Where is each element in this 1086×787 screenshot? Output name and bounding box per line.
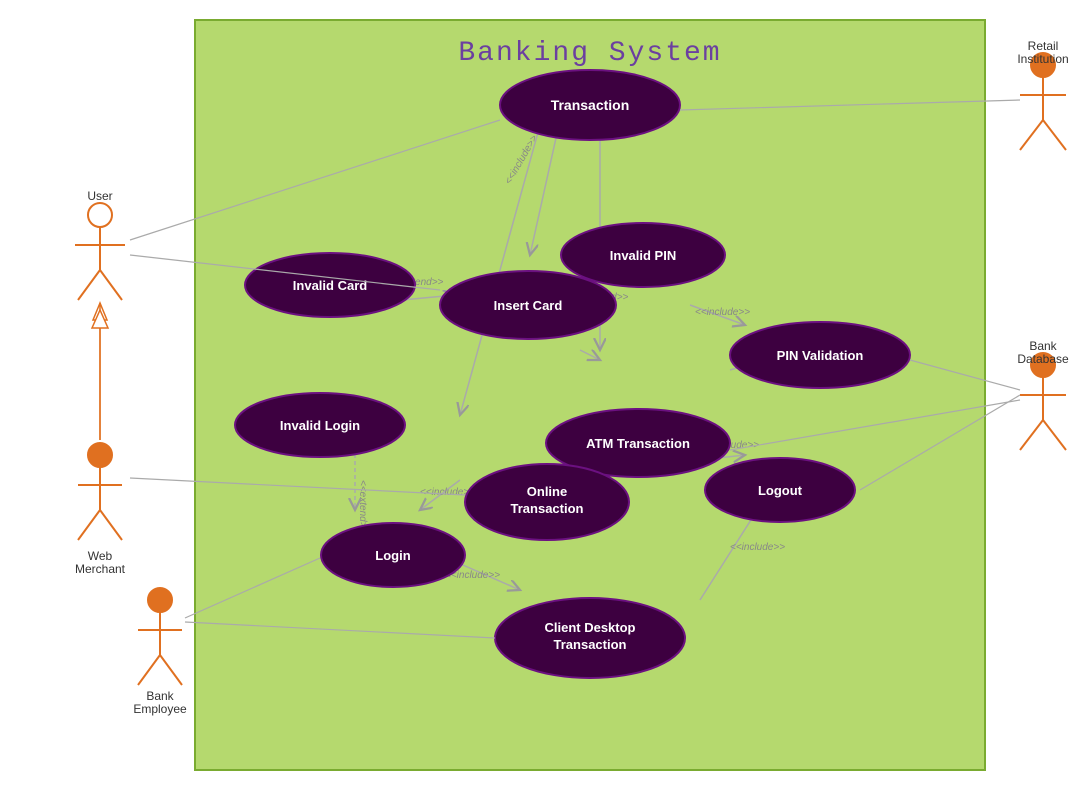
bank-employee-label: Bank xyxy=(146,689,174,703)
conn-label-include1: <<include>> xyxy=(503,133,540,186)
conn-label-include7: <<include>> xyxy=(445,570,500,581)
diagram-title: Banking System xyxy=(458,38,721,69)
conn-label-include8: <<include>> xyxy=(730,542,785,553)
node-pin-validation[interactable] xyxy=(730,322,910,388)
conn-label-include3: <<include>> xyxy=(695,307,750,318)
conn-label-include2: <<include>> xyxy=(610,227,665,238)
node-client-desktop-label2: Transaction xyxy=(554,637,627,652)
node-client-desktop[interactable] xyxy=(495,598,685,678)
node-invalid-pin[interactable] xyxy=(561,223,725,287)
node-insert-card[interactable] xyxy=(440,271,616,339)
web-merchant-actor-head xyxy=(88,443,112,467)
user-actor-head xyxy=(88,203,112,227)
node-client-desktop-label1: Client Desktop xyxy=(544,620,635,635)
node-logout-label: Logout xyxy=(758,483,803,498)
bank-employee-actor-head xyxy=(148,588,172,612)
node-transaction[interactable] xyxy=(500,70,680,140)
svg-text:Transaction: Transaction xyxy=(511,501,584,516)
retail-institution-label: Retail xyxy=(1028,39,1059,53)
node-pin-validation-label: PIN Validation xyxy=(777,348,864,363)
node-invalid-card-label: Invalid Card xyxy=(293,278,367,293)
bank-database-label: Bank xyxy=(1029,339,1057,353)
bank-database-actor-head xyxy=(1031,353,1055,377)
node-insert-card-label: Insert Card xyxy=(494,298,563,313)
bank-employee-label2: Employee xyxy=(133,702,187,716)
node-online-transaction[interactable] xyxy=(465,464,629,540)
node-invalid-login-label: Invalid Login xyxy=(280,418,360,433)
node-online-transaction-label: Online xyxy=(527,484,567,499)
node-login[interactable] xyxy=(321,523,465,587)
conn-label-extend2: <<extend>> xyxy=(575,292,629,303)
web-merchant-label: Web xyxy=(88,549,113,563)
node-transaction-label: Transaction xyxy=(551,97,630,113)
bank-database-label2: Database xyxy=(1017,352,1069,366)
conn-label-include5: <<include>> xyxy=(704,440,759,451)
node-invalid-login[interactable] xyxy=(235,393,405,457)
node-login-label: Login xyxy=(375,548,410,563)
node-logout[interactable] xyxy=(705,458,855,522)
node-atm-transaction[interactable] xyxy=(546,409,730,477)
web-merchant-label2: Merchant xyxy=(75,562,126,576)
conn-label-include4: <<include>> xyxy=(742,352,797,363)
retail-institution-label2: Institution xyxy=(1017,52,1068,66)
user-actor-label: User xyxy=(87,189,112,203)
node-invalid-card[interactable] xyxy=(245,253,415,317)
conn-label-extend1: <<extend>> xyxy=(390,277,444,288)
retail-institution-actor-head xyxy=(1031,53,1055,77)
conn-label-include6: <<include>> xyxy=(420,487,475,498)
node-atm-transaction-label: ATM Transaction xyxy=(586,436,690,451)
node-invalid-pin-label: Invalid PIN xyxy=(610,248,676,263)
conn-label-extend3: <<extend>> xyxy=(357,480,368,534)
